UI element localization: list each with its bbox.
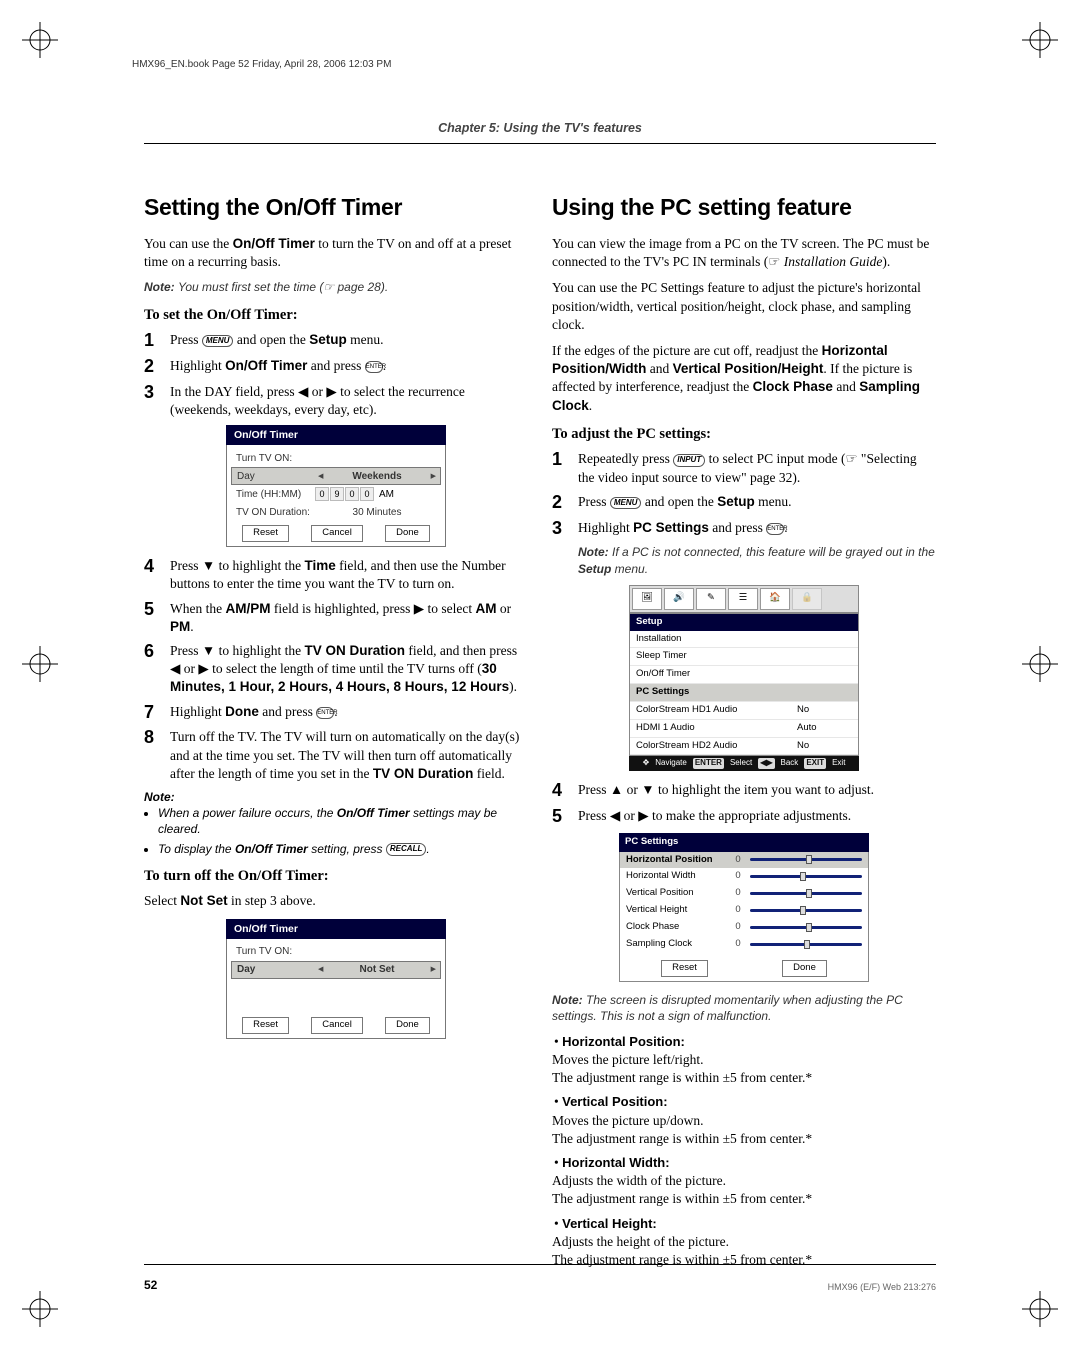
input-button-icon: INPUT (673, 454, 705, 466)
column-left: Setting the On/Off Timer You can use the… (144, 192, 528, 1275)
osd-row-pc-settings: PC Settings (630, 684, 858, 702)
crop-mark-icon (22, 1291, 58, 1327)
step: 3 Highlight PC Settings and press ENTER. (552, 519, 936, 539)
step: 6 Press ▼ to highlight the TV ON Duratio… (144, 642, 528, 697)
step: 3 In the DAY field, press ◀ or ▶ to sele… (144, 383, 528, 419)
osd-cancel-button: Cancel (311, 525, 363, 542)
step: 4 Press ▼ to highlight the Time field, a… (144, 557, 528, 593)
enter-button-icon: ENTER (316, 707, 334, 719)
osd-row-time: Time (HH:MM) 0 9 0 0 AM (231, 485, 441, 503)
osd-setup-menu: 🖼 🔊 ✎ ☰ 🏠 🔒 Setup Installation Sleep Tim… (629, 585, 859, 771)
tab-setup-icon: 🏠 (760, 588, 790, 610)
osd-pc-settings: PC Settings Horizontal Position0 Horizon… (619, 833, 869, 983)
menu-button-icon: MENU (610, 497, 642, 509)
osd-row-duration: TV ON Duration: 30 Minutes (231, 503, 441, 521)
enter-button-icon: ENTER (766, 523, 784, 535)
right-arrow-icon: ▶ (429, 472, 438, 481)
note-block: Note: When a power failure occurs, the O… (144, 789, 528, 857)
tab-pref-icon: ☰ (728, 588, 758, 610)
proc-heading-pc: To adjust the PC settings: (552, 425, 936, 445)
right-arrow-icon: ▶ (429, 965, 438, 974)
step: 2 Highlight On/Off Timer and press ENTER… (144, 357, 528, 377)
step: 7 Highlight Done and press ENTER. (144, 703, 528, 723)
section-title-right: Using the PC setting feature (552, 192, 936, 223)
osd-reset-button: Reset (242, 525, 289, 542)
step: 1 Press MENU and open the Setup menu. (144, 331, 528, 351)
desc-list: • Horizontal Position: Moves the picture… (552, 1033, 936, 1270)
osd-reset-button: Reset (661, 960, 708, 977)
column-right: Using the PC setting feature You can vie… (552, 192, 936, 1275)
note-set-time: Note: You must first set the time (☞ pag… (144, 279, 528, 295)
proc-heading-set-timer: To set the On/Off Timer: (144, 306, 528, 326)
section-title-left: Setting the On/Off Timer (144, 192, 528, 223)
proc-heading-turn-off: To turn off the On/Off Timer: (144, 867, 528, 887)
pc-para-3: If the edges of the picture are cut off,… (552, 342, 936, 415)
osd-cancel-button: Cancel (311, 1017, 363, 1034)
chapter-header: Chapter 5: Using the TV's features (144, 120, 936, 144)
page-number: 52 (144, 1277, 157, 1293)
tab-audio-icon: 🔊 (664, 588, 694, 610)
crop-mark-icon (22, 22, 58, 58)
tab-picture-icon: 🖼 (632, 588, 662, 610)
step: 8 Turn off the TV. The TV will turn on a… (144, 728, 528, 783)
osd-done-button: Done (385, 525, 430, 542)
enter-button-icon: ENTER (365, 361, 383, 373)
recall-button-icon: RECALL (386, 843, 426, 855)
tab-lock-icon: 🔒 (792, 588, 822, 610)
crop-mark-icon (22, 646, 58, 682)
doc-header: HMX96_EN.book Page 52 Friday, April 28, … (132, 58, 391, 72)
osd-legend: ✥Navigate ENTERSelect ◀▶Back EXITExit (629, 756, 859, 771)
osd-done-button: Done (385, 1017, 430, 1034)
step: 2 Press MENU and open the Setup menu. (552, 493, 936, 513)
step: 5 Press ◀ or ▶ to make the appropriate a… (552, 807, 936, 827)
crop-mark-icon (1022, 1291, 1058, 1327)
osd-title: On/Off Timer (226, 425, 446, 445)
step: 4 Press ▲ or ▼ to highlight the item you… (552, 781, 936, 801)
pc-note-1: Note: If a PC is not connected, this fea… (578, 544, 936, 576)
osd-onoff-timer-notset: On/Off Timer Turn TV ON: Day ◀ Not Set ▶… (226, 919, 446, 1039)
dpad-icon: ✥ (643, 758, 650, 769)
pc-para-2: You can use the PC Settings feature to a… (552, 279, 936, 334)
crop-mark-icon (1022, 22, 1058, 58)
pc-note-2: Note: The screen is disrupted momentaril… (552, 992, 936, 1024)
left-arrow-icon: ◀ (316, 472, 325, 481)
intro-para: You can use the On/Off Timer to turn the… (144, 235, 528, 271)
footer-id: HMX96 (E/F) Web 213:276 (828, 1281, 936, 1293)
osd-done-button: Done (782, 960, 827, 977)
tab-apps-icon: ✎ (696, 588, 726, 610)
footer-rule (144, 1264, 936, 1265)
turn-off-text: Select Not Set in step 3 above. (144, 892, 528, 910)
step: 1 Repeatedly press INPUT to select PC in… (552, 450, 936, 486)
osd-reset-button: Reset (242, 1017, 289, 1034)
pc-para-1: You can view the image from a PC on the … (552, 235, 936, 271)
osd-onoff-timer: On/Off Timer Turn TV ON: Day ◀ Weekends … (226, 425, 446, 547)
crop-mark-icon (1022, 646, 1058, 682)
left-arrow-icon: ◀ (316, 965, 325, 974)
step: 5 When the AM/PM field is highlighted, p… (144, 600, 528, 636)
menu-button-icon: MENU (202, 335, 234, 347)
osd-row-day: Day ◀ Weekends ▶ (231, 467, 441, 485)
